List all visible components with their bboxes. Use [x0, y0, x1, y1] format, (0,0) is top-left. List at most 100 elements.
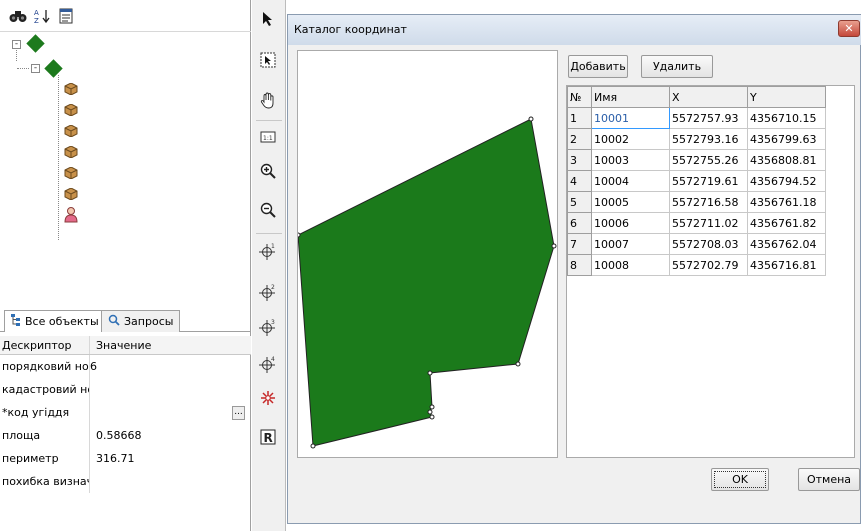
x-cell[interactable]: 5572719.61 — [669, 170, 748, 192]
table-row[interactable]: 7 10007 5572708.03 4356762.04 — [567, 233, 826, 255]
r-mode-icon[interactable]: R — [257, 426, 279, 448]
table-row[interactable]: 1 10001 5572757.93 4356710.15 — [567, 107, 826, 129]
x-cell[interactable]: 5572716.58 — [669, 191, 748, 213]
zoom-in-icon[interactable] — [257, 160, 279, 182]
y-cell[interactable]: 4356716.81 — [747, 254, 826, 276]
name-cell[interactable]: 10005 — [591, 191, 670, 213]
name-cell[interactable]: 10008 — [591, 254, 670, 276]
vertex-marker[interactable] — [427, 370, 433, 376]
x-cell[interactable]: 5572702.79 — [669, 254, 748, 276]
add-button[interactable]: Добавить — [568, 55, 628, 78]
property-row[interactable]: *код угіддя — [0, 401, 251, 424]
property-value[interactable]: 6 — [90, 355, 251, 378]
coordinate-grid[interactable]: № Имя X Y 1 10001 5572757.93 4356710.15 … — [566, 85, 855, 458]
vertex-marker[interactable] — [515, 361, 521, 367]
name-cell[interactable]: 10002 — [591, 128, 670, 150]
sort-az-icon[interactable]: AZ — [32, 6, 52, 26]
tree-expander[interactable]: - — [31, 64, 40, 73]
name-cell[interactable]: 10001 — [591, 107, 670, 129]
tab-queries[interactable]: Запросы — [101, 310, 181, 332]
tree-expander[interactable]: - — [12, 40, 21, 49]
point-node-icon[interactable] — [64, 187, 78, 201]
svg-text:Z: Z — [34, 17, 39, 24]
crosshair-move-icon[interactable]: 2 — [257, 281, 279, 303]
dialog-titlebar[interactable]: Каталог координат ✕ — [288, 15, 861, 45]
delete-point-icon[interactable] — [257, 387, 279, 409]
binoculars-icon[interactable] — [8, 6, 28, 26]
vertex-marker[interactable] — [429, 414, 435, 420]
point-node-icon[interactable] — [64, 82, 78, 96]
name-cell[interactable]: 10006 — [591, 212, 670, 234]
x-cell[interactable]: 5572757.93 — [669, 107, 748, 129]
point-node-icon[interactable] — [64, 145, 78, 159]
y-cell[interactable]: 4356761.18 — [747, 191, 826, 213]
polygon-object-icon[interactable] — [44, 59, 63, 78]
property-value[interactable]: 316.71 — [90, 447, 251, 470]
property-row[interactable]: площа 0.58668 — [0, 424, 251, 447]
y-cell[interactable]: 4356762.04 — [747, 233, 826, 255]
row-number: 8 — [567, 254, 592, 276]
vertex-marker[interactable] — [528, 116, 534, 122]
x-cell[interactable]: 5572755.26 — [669, 149, 748, 171]
name-cell[interactable]: 10007 — [591, 233, 670, 255]
property-row[interactable]: порядковий ном 6 — [0, 355, 251, 378]
property-row[interactable]: кадастровий но — [0, 378, 251, 401]
zoom-out-icon[interactable] — [257, 199, 279, 221]
close-button[interactable]: ✕ — [838, 20, 860, 37]
polygon-preview[interactable] — [295, 50, 558, 458]
vertex-marker[interactable] — [310, 443, 316, 449]
ellipsis-button[interactable]: ... — [232, 406, 245, 420]
point-node-icon[interactable] — [64, 124, 78, 138]
owner-person-icon[interactable] — [64, 207, 78, 223]
name-cell[interactable]: 10004 — [591, 170, 670, 192]
name-cell[interactable]: 10003 — [591, 149, 670, 171]
table-row[interactable]: 8 10008 5572702.79 4356716.81 — [567, 254, 826, 276]
pan-hand-icon[interactable] — [257, 90, 279, 112]
cancel-button[interactable]: Отмена — [798, 468, 860, 491]
col-number-header[interactable]: № — [567, 86, 592, 108]
pointer-arrow-icon[interactable] — [257, 8, 279, 30]
ok-button[interactable]: OK — [711, 468, 769, 491]
table-row[interactable]: 4 10004 5572719.61 4356794.52 — [567, 170, 826, 192]
ruler-icon[interactable]: 1:1 — [257, 126, 279, 148]
crosshair-edit-icon[interactable]: 4 — [257, 353, 279, 375]
value-header: Значение — [96, 338, 152, 352]
y-cell[interactable]: 4356808.81 — [747, 149, 826, 171]
tab-all-objects[interactable]: Все объекты — [4, 310, 106, 332]
vertex-marker[interactable] — [427, 409, 433, 415]
property-row[interactable]: периметр 316.71 — [0, 447, 251, 470]
table-row[interactable]: 2 10002 5572793.16 4356799.63 — [567, 128, 826, 150]
col-y-header[interactable]: Y — [747, 86, 826, 108]
y-cell[interactable]: 4356710.15 — [747, 107, 826, 129]
vertex-marker[interactable] — [551, 243, 557, 249]
crosshair-add-icon[interactable]: 1 — [257, 240, 279, 262]
y-cell[interactable]: 4356761.82 — [747, 212, 826, 234]
x-cell[interactable]: 5572711.02 — [669, 212, 748, 234]
object-tree: - - — [0, 33, 251, 303]
y-cell[interactable]: 4356794.52 — [747, 170, 826, 192]
crosshair-insert-icon[interactable]: 3 — [257, 316, 279, 338]
col-x-header[interactable]: X — [669, 86, 748, 108]
select-point-icon[interactable] — [257, 49, 279, 71]
property-row[interactable]: похибка визнач — [0, 470, 251, 493]
property-value[interactable] — [90, 401, 251, 424]
vertex-marker[interactable] — [295, 232, 301, 238]
col-name-header[interactable]: Имя — [591, 86, 670, 108]
properties-icon[interactable] — [56, 6, 76, 26]
y-cell[interactable]: 4356799.63 — [747, 128, 826, 150]
layer-root-icon[interactable] — [26, 34, 45, 53]
table-row[interactable]: 6 10006 5572711.02 4356761.82 — [567, 212, 826, 234]
point-node-icon[interactable] — [64, 103, 78, 117]
x-cell[interactable]: 5572708.03 — [669, 233, 748, 255]
x-cell[interactable]: 5572793.16 — [669, 128, 748, 150]
property-value[interactable] — [90, 378, 251, 401]
property-value[interactable]: 0.58668 — [90, 424, 251, 447]
property-value[interactable] — [90, 470, 251, 493]
row-number: 5 — [567, 191, 592, 213]
property-name: порядковий ном — [0, 355, 90, 378]
remove-button[interactable]: Удалить — [641, 55, 713, 78]
point-node-icon[interactable] — [64, 166, 78, 180]
vertex-marker[interactable] — [429, 404, 435, 410]
table-row[interactable]: 5 10005 5572716.58 4356761.18 — [567, 191, 826, 213]
table-row[interactable]: 3 10003 5572755.26 4356808.81 — [567, 149, 826, 171]
